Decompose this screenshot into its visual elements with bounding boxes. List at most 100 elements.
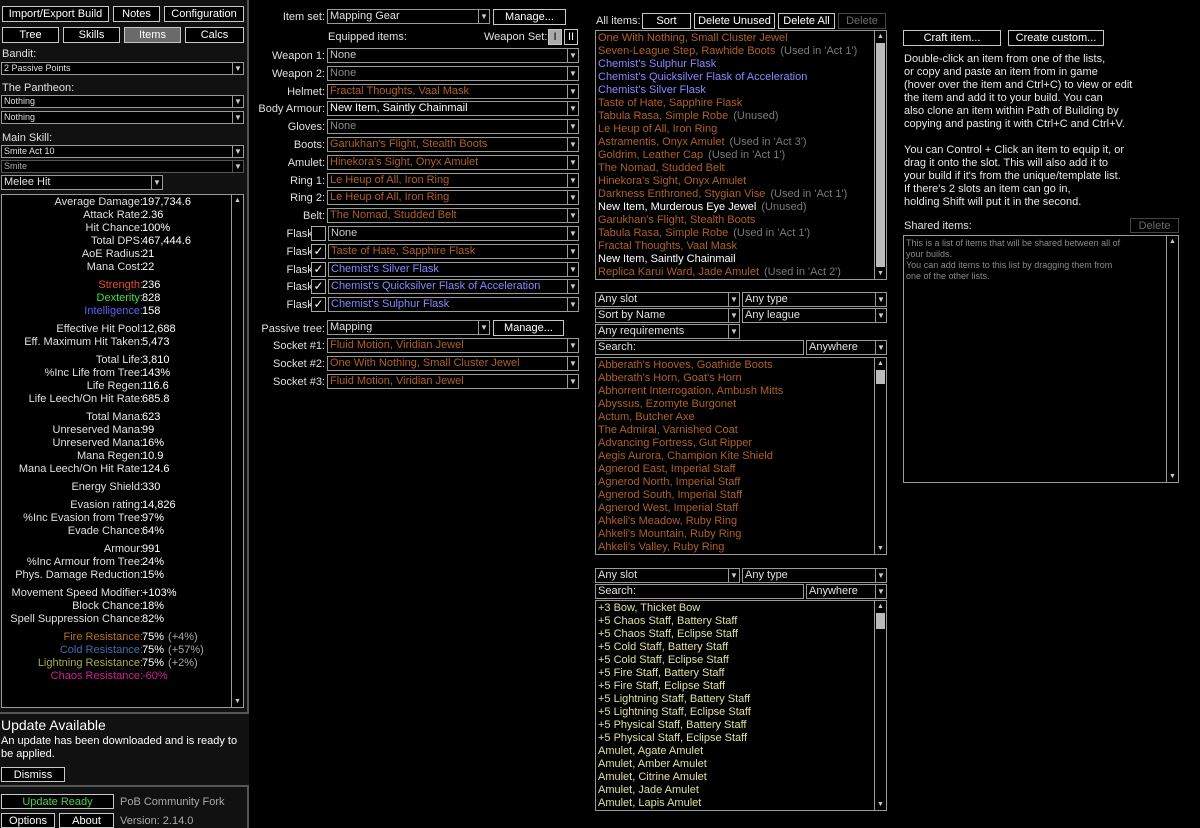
slot-select[interactable]: Chemist's Quicksilver Flask of Accelerat… bbox=[328, 279, 579, 295]
list-item[interactable]: Chemist's Quicksilver Flask of Accelerat… bbox=[597, 71, 873, 84]
stats-scrollbar[interactable]: ▲ ▼ bbox=[231, 195, 243, 707]
list-item[interactable]: +5 Physical Staff, Battery Staff bbox=[597, 719, 873, 732]
all-items-list[interactable]: One With Nothing, Small Cluster Jewel Sev… bbox=[595, 30, 887, 280]
list-item[interactable]: Seven-League Step, Rawhide Boots (Used in… bbox=[597, 45, 873, 58]
configuration-button[interactable]: Configuration bbox=[164, 6, 244, 22]
list-item[interactable]: Agnerod South, Imperial Staff bbox=[597, 489, 873, 502]
slot-select[interactable]: None ▼ bbox=[328, 226, 579, 241]
options-button[interactable]: Options bbox=[1, 813, 55, 828]
list-item[interactable]: Amulet, Amber Amulet bbox=[597, 758, 873, 771]
passive-tree-select[interactable]: Mapping ▼ bbox=[327, 320, 490, 335]
shared-delete-button[interactable]: Delete bbox=[1130, 218, 1179, 233]
list-item[interactable]: The Nomad, Studded Belt bbox=[597, 162, 873, 175]
scroll-down-icon[interactable]: ▼ bbox=[875, 799, 886, 810]
scroll-up-icon[interactable]: ▲ bbox=[1167, 236, 1178, 247]
list-item[interactable]: +5 Fire Staff, Battery Staff bbox=[597, 667, 873, 680]
list-item[interactable]: Actum, Butcher Axe bbox=[597, 411, 873, 424]
list-item[interactable]: +3 Bow, Thicket Bow bbox=[597, 602, 873, 615]
slot-select[interactable]: One With Nothing, Small Cluster Jewel ▼ bbox=[327, 355, 579, 371]
tab-items[interactable]: Items bbox=[124, 27, 181, 43]
list-item[interactable]: Darkness Enthroned, Stygian Vise (Used in… bbox=[597, 188, 873, 201]
tab-skills[interactable]: Skills bbox=[63, 27, 120, 43]
list-item[interactable]: Fractal Thoughts, Vaal Mask bbox=[597, 240, 873, 253]
list-item[interactable]: Astramentis, Onyx Amulet (Used in 'Act 3'… bbox=[597, 136, 873, 149]
scroll-up-icon[interactable]: ▲ bbox=[875, 358, 886, 369]
list-item[interactable]: +5 Fire Staff, Eclipse Staff bbox=[597, 680, 873, 693]
list-item[interactable]: +5 Cold Staff, Battery Staff bbox=[597, 641, 873, 654]
list-item[interactable]: Goldrim, Leather Cap (Used in 'Act 1') bbox=[597, 149, 873, 162]
list-item[interactable]: Taste of Hate, Sapphire Flask bbox=[597, 97, 873, 110]
craft-item-button[interactable]: Craft item... bbox=[903, 30, 1001, 46]
notes-button[interactable]: Notes bbox=[113, 6, 160, 22]
list-item[interactable]: Aegis Aurora, Champion Kite Shield bbox=[597, 450, 873, 463]
slot-select[interactable]: Le Heup of All, Iron Ring ▼ bbox=[327, 190, 579, 206]
slot-select[interactable]: Taste of Hate, Sapphire Flask ▼ bbox=[328, 243, 579, 259]
scroll-up-icon[interactable]: ▲ bbox=[232, 195, 243, 206]
dismiss-button[interactable]: Dismiss bbox=[1, 767, 65, 782]
unique-slot-filter[interactable]: Any slot ▼ bbox=[595, 292, 740, 307]
update-ready-button[interactable]: Update Ready bbox=[1, 794, 114, 809]
list-item[interactable]: Chemist's Sulphur Flask bbox=[597, 58, 873, 71]
list-item[interactable]: Ahkeli's Mountain, Ruby Ring bbox=[597, 528, 873, 541]
weapon-set-1-button[interactable]: I bbox=[548, 29, 562, 45]
list-item[interactable]: Hinekora's Sight, Onyx Amulet bbox=[597, 175, 873, 188]
list-item[interactable]: Abberath's Hooves, Goathide Boots bbox=[597, 359, 873, 372]
flask-checkbox[interactable]: ✓ bbox=[311, 243, 326, 259]
list-item[interactable]: Ahkeli's Valley, Ruby Ring bbox=[597, 541, 873, 554]
list-item[interactable]: Chemist's Silver Flask bbox=[597, 84, 873, 97]
list-item[interactable]: New Item, Saintly Chainmail bbox=[597, 253, 873, 266]
delete-button[interactable]: Delete bbox=[838, 13, 886, 29]
all-items-scrollbar[interactable]: ▲ ▼ bbox=[874, 31, 886, 279]
slot-select[interactable]: Garukhan's Flight, Stealth Boots ▼ bbox=[327, 137, 579, 152]
unique-db-list[interactable]: Abberath's Hooves, Goathide Boots Abberat… bbox=[595, 357, 887, 555]
slot-select[interactable]: Fluid Motion, Viridian Jewel ▼ bbox=[327, 338, 579, 353]
scroll-thumb[interactable] bbox=[876, 370, 885, 384]
slot-select[interactable]: Le Heup of All, Iron Ring ▼ bbox=[327, 172, 579, 188]
unique-req-filter[interactable]: Any requirements ▼ bbox=[595, 324, 740, 339]
slot-select[interactable]: Fluid Motion, Viridian Jewel ▼ bbox=[327, 373, 579, 389]
list-item[interactable]: Agnerod West, Imperial Staff bbox=[597, 502, 873, 515]
template-search-input[interactable]: Search: bbox=[595, 584, 804, 599]
slot-select[interactable]: None ▼ bbox=[327, 48, 579, 63]
main-skill-sub-select[interactable]: Smite ▼ bbox=[1, 160, 244, 173]
list-item[interactable]: Agnerod East, Imperial Staff bbox=[597, 463, 873, 476]
unique-search-input[interactable]: Search: bbox=[595, 340, 804, 355]
list-item[interactable]: +5 Cold Staff, Eclipse Staff bbox=[597, 654, 873, 667]
list-item[interactable]: Le Heup of All, Iron Ring bbox=[597, 123, 873, 136]
template-db-scrollbar[interactable]: ▲ ▼ bbox=[874, 601, 886, 810]
slot-select[interactable]: Hinekora's Sight, Onyx Amulet ▼ bbox=[327, 154, 579, 170]
manage-item-sets-button[interactable]: Manage... bbox=[493, 9, 566, 25]
list-item[interactable]: Tabula Rasa, Simple Robe (Unused) bbox=[597, 110, 873, 123]
scroll-down-icon[interactable]: ▼ bbox=[875, 543, 886, 554]
list-item[interactable]: Amulet, Citrine Amulet bbox=[597, 771, 873, 784]
flask-checkbox[interactable]: ✓ bbox=[311, 261, 326, 277]
pantheon-minor-select[interactable]: Nothing ▼ bbox=[1, 111, 244, 124]
template-search-mode[interactable]: Anywhere ▼ bbox=[806, 584, 887, 599]
list-item[interactable]: Abhorrent Interrogation, Ambush Mitts bbox=[597, 385, 873, 398]
list-item[interactable]: +5 Physical Staff, Eclipse Staff bbox=[597, 732, 873, 745]
list-item[interactable]: One With Nothing, Small Cluster Jewel bbox=[597, 32, 873, 45]
main-skill-select[interactable]: Smite Act 10 ▼ bbox=[1, 145, 244, 158]
skill-part-select[interactable]: Melee Hit ▼ bbox=[1, 175, 163, 190]
list-item[interactable]: Abyssus, Ezomyte Burgonet bbox=[597, 398, 873, 411]
list-item[interactable]: Garukhan's Flight, Stealth Boots bbox=[597, 214, 873, 227]
unique-db-scrollbar[interactable]: ▲ ▼ bbox=[874, 358, 886, 554]
item-set-select[interactable]: Mapping Gear ▼ bbox=[327, 9, 490, 24]
flask-checkbox[interactable] bbox=[311, 226, 326, 241]
scroll-thumb[interactable] bbox=[876, 43, 885, 267]
shared-items-list[interactable]: This is a list of items that will be sha… bbox=[903, 235, 1179, 483]
bandit-select[interactable]: 2 Passive Points ▼ bbox=[1, 62, 244, 75]
list-item[interactable]: Advancing Fortress, Gut Ripper bbox=[597, 437, 873, 450]
slot-select[interactable]: New Item, Saintly Chainmail ▼ bbox=[327, 101, 579, 117]
unique-league-filter[interactable]: Any league ▼ bbox=[742, 308, 887, 323]
flask-checkbox[interactable]: ✓ bbox=[311, 297, 326, 313]
list-item[interactable]: Agnerod North, Imperial Staff bbox=[597, 476, 873, 489]
template-db-list[interactable]: +3 Bow, Thicket Bow +5 Chaos Staff, Batte… bbox=[595, 600, 887, 811]
scroll-down-icon[interactable]: ▼ bbox=[875, 268, 886, 279]
list-item[interactable]: Tabula Rasa, Simple Robe (Used in 'Act 1'… bbox=[597, 227, 873, 240]
list-item[interactable]: +5 Chaos Staff, Battery Staff bbox=[597, 615, 873, 628]
stats-panel[interactable]: Average Damage: 197,734.6 Attack Rate: 2.36… bbox=[1, 194, 244, 708]
list-item[interactable]: Amulet, Lapis Amulet bbox=[597, 797, 873, 810]
delete-unused-button[interactable]: Delete Unused bbox=[694, 13, 775, 29]
list-item[interactable]: Replica Karui Ward, Jade Amulet (Used in … bbox=[597, 266, 873, 279]
